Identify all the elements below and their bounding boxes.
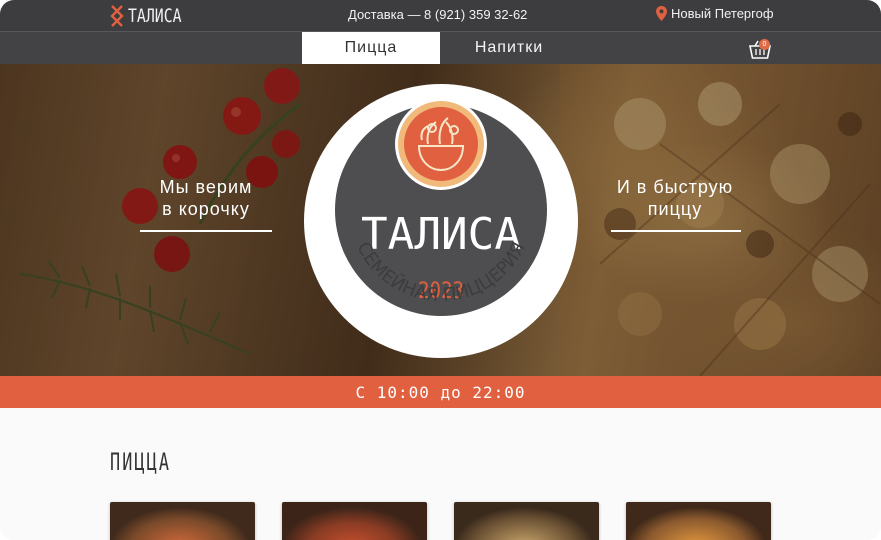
opening-hours: С 10:00 до 22:00 bbox=[0, 376, 881, 408]
brand-emblem: ТАЛИСА 2023 СЕМЕЙНАЯ ПИЦЦЕРИЯ bbox=[304, 84, 578, 358]
pizza-card[interactable] bbox=[454, 502, 599, 540]
cart-count-badge: 0 bbox=[759, 39, 770, 50]
hero-right-underline bbox=[611, 230, 741, 232]
hero-left-underline bbox=[140, 230, 272, 232]
hero-right-line-1: И в быструю bbox=[616, 177, 734, 197]
location-text: Новый Петергоф bbox=[671, 6, 774, 21]
nav-bar: Пицца Напитки 0 bbox=[0, 31, 881, 64]
hero-right-text: И в быструю пиццу bbox=[600, 176, 750, 220]
top-bar: ТАЛИСА Доставка — 8 (921) 359 32-62 Новы… bbox=[0, 0, 881, 31]
page: ТАЛИСА Доставка — 8 (921) 359 32-62 Новы… bbox=[0, 0, 881, 540]
delivery-phone[interactable]: Доставка — 8 (921) 359 32-62 bbox=[348, 7, 527, 22]
menu-section: ПИЦЦА bbox=[0, 408, 881, 540]
emblem-title: ТАЛИСА bbox=[361, 209, 521, 260]
section-title: ПИЦЦА bbox=[110, 448, 172, 476]
hero-right-line-2: пиццу bbox=[647, 199, 703, 219]
hero-left-line-1: Мы верим bbox=[159, 177, 253, 197]
hero-left-text: Мы верим в корочку bbox=[140, 176, 272, 220]
pizza-card[interactable] bbox=[110, 502, 255, 540]
pizza-card[interactable] bbox=[282, 502, 427, 540]
logo[interactable]: ТАЛИСА bbox=[108, 3, 197, 29]
hero-left-line-2: в корочку bbox=[162, 199, 250, 219]
logo-text: ТАЛИСА bbox=[128, 5, 182, 27]
logo-mark-icon bbox=[110, 5, 124, 27]
map-pin-icon bbox=[656, 6, 667, 21]
cart-button[interactable]: 0 bbox=[748, 38, 772, 60]
tab-drinks[interactable]: Напитки bbox=[440, 32, 578, 64]
pizza-card[interactable] bbox=[626, 502, 771, 540]
tab-pizza[interactable]: Пицца bbox=[302, 32, 440, 64]
location[interactable]: Новый Петергоф bbox=[656, 6, 774, 21]
